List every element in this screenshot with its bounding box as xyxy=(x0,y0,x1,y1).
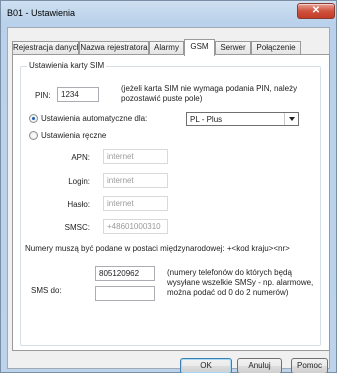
login-input[interactable]: internet xyxy=(103,173,168,188)
title-bar[interactable]: B01 - Ustawienia ✕ xyxy=(1,1,336,27)
settings-window: B01 - Ustawienia ✕ Rejestracja danych Na… xyxy=(0,0,337,373)
apn-input[interactable]: internet xyxy=(103,149,168,164)
sms-number-2-input[interactable] xyxy=(95,286,155,301)
international-format-note: Numery muszą być podane w postaci między… xyxy=(25,244,290,253)
smsc-input[interactable]: +48601000310 xyxy=(103,219,168,234)
close-button[interactable]: ✕ xyxy=(297,3,335,19)
sms-note: (numery telefonów do których będą wysyła… xyxy=(167,268,314,297)
auto-settings-radio[interactable] xyxy=(29,114,38,123)
password-label: Hasło: xyxy=(67,200,90,209)
tab-serwer[interactable]: Serwer xyxy=(215,41,251,55)
sms-to-label: SMS do: xyxy=(31,286,62,295)
operator-select[interactable]: PL - Plus xyxy=(186,112,299,126)
sms-number-1-input[interactable]: 805120962 xyxy=(95,266,155,281)
close-icon: ✕ xyxy=(311,5,321,16)
tab-gsm[interactable]: GSM xyxy=(184,39,215,56)
apn-label: APN: xyxy=(71,153,90,162)
tab-rejestracja-danych[interactable]: Rejestracja danych xyxy=(12,41,79,55)
sim-settings-group: Ustawienia karty SIM PIN: 1234 (jeżeli k… xyxy=(20,61,321,346)
cancel-button[interactable]: Anuluj xyxy=(237,358,282,373)
tab-alarmy[interactable]: Alarmy xyxy=(149,41,184,55)
chevron-down-icon[interactable] xyxy=(284,113,298,125)
gsm-tab-panel: Ustawienia karty SIM PIN: 1234 (jeżeli k… xyxy=(12,54,330,351)
password-input[interactable]: internet xyxy=(103,196,168,211)
manual-settings-label[interactable]: Ustawienia ręczne xyxy=(41,131,106,140)
group-legend: Ustawienia karty SIM xyxy=(27,61,107,70)
pin-note: (jeżeli karta SIM nie wymaga podania PIN… xyxy=(121,84,298,103)
ok-button[interactable]: OK xyxy=(180,358,232,373)
tab-strip: Rejestracja danych Nazwa rejestratora Al… xyxy=(12,39,330,56)
pin-label: PIN: xyxy=(35,91,51,100)
window-title: B01 - Ustawienia xyxy=(7,8,76,18)
login-label: Login: xyxy=(68,177,90,186)
dialog-body: Rejestracja danych Nazwa rejestratora Al… xyxy=(7,27,330,373)
pin-input[interactable]: 1234 xyxy=(57,87,99,102)
manual-settings-radio[interactable] xyxy=(29,131,38,140)
tab-nazwa-rejestratora[interactable]: Nazwa rejestratora xyxy=(79,41,149,55)
help-button[interactable]: Pomoc xyxy=(291,358,328,373)
tab-polaczenie[interactable]: Połączenie xyxy=(251,41,301,55)
auto-settings-label[interactable]: Ustawienia automatyczne dla: xyxy=(41,114,147,123)
operator-select-value: PL - Plus xyxy=(190,115,223,124)
smsc-label: SMSC: xyxy=(64,223,90,232)
